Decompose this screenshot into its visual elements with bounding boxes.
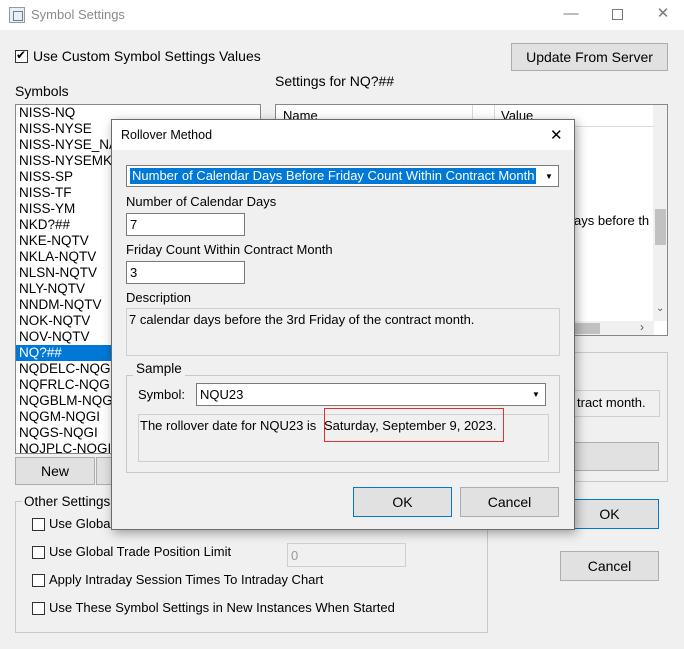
- description-box: 7 calendar days before the 3rd Friday of…: [126, 308, 560, 356]
- settings-for-label: Settings for NQ?##: [275, 73, 395, 89]
- option-label-global: Use Globa: [49, 516, 111, 531]
- dialog-cancel-button[interactable]: Cancel: [460, 487, 559, 517]
- rollover-date: Saturday, September 9, 2023.: [324, 418, 497, 433]
- use-custom-checkbox[interactable]: [15, 48, 28, 63]
- rollover-method-select[interactable]: Number of Calendar Days Before Friday Co…: [126, 165, 559, 187]
- friday-count-label: Friday Count Within Contract Month: [126, 242, 333, 257]
- window-titlebar: Symbol Settings — ✕: [0, 0, 684, 30]
- rollover-result-box: The rollover date for NQU23 is Saturday,…: [138, 408, 549, 462]
- rollover-method-selected: Number of Calendar Days Before Friday Co…: [130, 168, 537, 184]
- app-icon: [9, 7, 25, 23]
- option-label-position-limit: Use Global Trade Position Limit: [49, 544, 232, 559]
- maximize-button[interactable]: [594, 0, 640, 30]
- use-custom-label: Use Custom Symbol Settings Values: [33, 48, 261, 64]
- other-settings-label: Other Settings: [22, 494, 113, 509]
- dialog-close-button[interactable]: ✕: [550, 126, 563, 144]
- calendar-days-label: Number of Calendar Days: [126, 194, 277, 209]
- option-label-new-instances: Use These Symbol Settings in New Instanc…: [49, 600, 395, 615]
- sample-label: Sample: [133, 361, 185, 376]
- chevron-right-icon[interactable]: ›: [640, 320, 644, 334]
- dialog-ok-button[interactable]: OK: [353, 487, 452, 517]
- grid-vscroll-thumb[interactable]: [655, 209, 666, 245]
- calendar-days-input[interactable]: 7: [126, 213, 245, 236]
- symbol-label: Symbol:: [138, 387, 185, 402]
- chevron-down-icon[interactable]: ⌄: [656, 303, 664, 314]
- position-limit-input[interactable]: 0: [287, 543, 406, 567]
- rollover-method-dialog: Rollover Method ✕ Number of Calendar Day…: [111, 119, 575, 530]
- symbol-select[interactable]: NQU23 ▼: [196, 383, 546, 406]
- chevron-down-icon[interactable]: ▼: [542, 168, 556, 184]
- right-description-text: tract month.: [577, 395, 646, 410]
- maximize-icon: [611, 9, 623, 20]
- symbol-select-value: NQU23: [200, 387, 244, 402]
- dialog-title: Rollover Method: [121, 128, 213, 142]
- update-from-server-button[interactable]: Update From Server: [511, 43, 668, 71]
- right-description-box: tract month.: [560, 390, 660, 417]
- friday-count-input[interactable]: 3: [126, 261, 245, 284]
- minimize-button[interactable]: —: [548, 0, 594, 30]
- dialog-titlebar: Rollover Method ✕: [112, 120, 574, 150]
- option-checkbox-position-limit[interactable]: [32, 546, 45, 559]
- rollover-result-prefix: The rollover date for NQU23 is: [140, 418, 317, 433]
- description-text: 7 calendar days before the 3rd Friday of…: [129, 312, 475, 327]
- description-label: Description: [126, 290, 192, 305]
- window-title: Symbol Settings: [31, 7, 125, 22]
- grid-vertical-scrollbar[interactable]: ⌄: [653, 105, 667, 321]
- main-cancel-button[interactable]: Cancel: [560, 551, 659, 581]
- option-checkbox-new-instances[interactable]: [32, 602, 45, 615]
- option-checkbox-global[interactable]: [32, 518, 45, 531]
- grid-cell-value: ays before th: [574, 213, 650, 228]
- close-button[interactable]: ✕: [640, 0, 684, 30]
- new-button[interactable]: New: [15, 457, 95, 485]
- chevron-down-icon[interactable]: ▼: [529, 386, 543, 403]
- option-label-intraday: Apply Intraday Session Times To Intraday…: [49, 572, 324, 587]
- symbols-label: Symbols: [15, 83, 69, 99]
- option-checkbox-intraday[interactable]: [32, 574, 45, 587]
